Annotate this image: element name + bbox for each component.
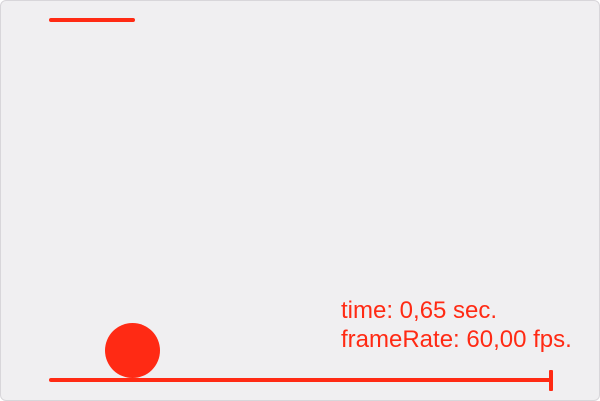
ball <box>105 323 160 378</box>
animation-canvas: time: 0,65 sec. frameRate: 60,00 fps. <box>0 0 600 401</box>
framerate-readout: frameRate: 60,00 fps. <box>341 326 572 353</box>
track-end-marker <box>549 370 553 391</box>
stats-readout: time: 0,65 sec. frameRate: 60,00 fps. <box>341 296 572 354</box>
track-line <box>49 378 553 382</box>
time-readout: time: 0,65 sec. <box>341 297 498 324</box>
progress-indicator-bar <box>49 18 135 22</box>
